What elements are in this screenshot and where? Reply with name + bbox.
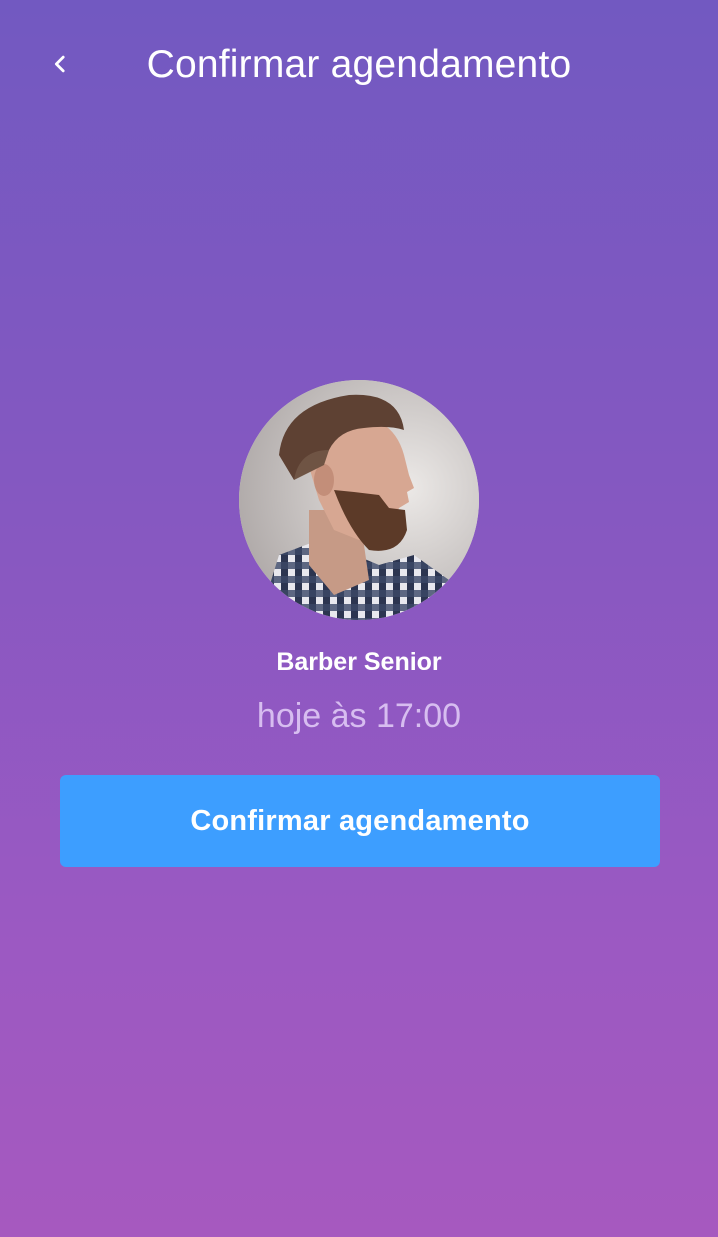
barber-avatar-image bbox=[239, 380, 479, 620]
header: Confirmar agendamento bbox=[0, 0, 718, 130]
avatar bbox=[239, 380, 479, 620]
page-title: Confirmar agendamento bbox=[146, 43, 572, 86]
appointment-time: hoje às 17:00 bbox=[256, 697, 462, 735]
confirm-appointment-label: Confirmar agendamento bbox=[190, 804, 530, 837]
confirm-appointment-button[interactable]: Confirmar agendamento bbox=[60, 775, 660, 867]
appointment-summary: Barber Senior hoje às 17:00 bbox=[0, 380, 718, 736]
barber-name: Barber Senior bbox=[276, 648, 442, 676]
